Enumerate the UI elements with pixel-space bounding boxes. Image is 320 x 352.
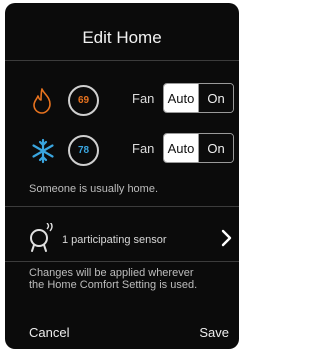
heat-setpoint[interactable]: 69 — [68, 85, 99, 116]
divider — [5, 206, 239, 207]
cool-fan-label: Fan — [132, 141, 155, 156]
sensor-icon — [30, 223, 53, 252]
cool-setting-row: 78 Fan Auto On — [5, 131, 239, 171]
heat-fan-on-option[interactable]: On — [198, 84, 233, 112]
cancel-button[interactable]: Cancel — [29, 325, 69, 340]
divider — [5, 60, 239, 61]
chevron-right-icon — [221, 229, 232, 247]
cool-fan-toggle: Auto On — [163, 133, 234, 163]
heat-temperature: 69 — [77, 95, 90, 106]
page-title: Edit Home — [82, 28, 162, 47]
occupancy-text: Someone is usually home. — [29, 183, 159, 195]
edit-home-screen: Edit Home 69 Fan Auto On 78 Fan Auto On … — [5, 3, 239, 349]
heat-fan-auto-option[interactable]: Auto — [164, 84, 198, 112]
cool-fan-auto-option[interactable]: Auto — [164, 134, 198, 162]
flame-icon — [33, 88, 51, 114]
cool-setpoint[interactable]: 78 — [68, 135, 99, 166]
info-text: Changes will be applied wherever the Hom… — [29, 267, 197, 291]
info-text-line-1: Changes will be applied wherever — [29, 267, 194, 279]
heat-setting-row: 69 Fan Auto On — [5, 81, 239, 121]
info-text-line-2: the Home Comfort Setting is used. — [29, 279, 198, 291]
participating-sensor-row[interactable]: 1 participating sensor — [5, 215, 239, 261]
heat-fan-toggle: Auto On — [163, 83, 234, 113]
sensor-label: 1 participating sensor — [62, 234, 167, 246]
heat-fan-label: Fan — [132, 91, 155, 106]
divider — [5, 261, 239, 262]
save-button[interactable]: Save — [199, 325, 229, 340]
snowflake-icon — [32, 138, 54, 164]
cool-temperature: 78 — [77, 145, 90, 156]
cool-fan-on-option[interactable]: On — [198, 134, 233, 162]
